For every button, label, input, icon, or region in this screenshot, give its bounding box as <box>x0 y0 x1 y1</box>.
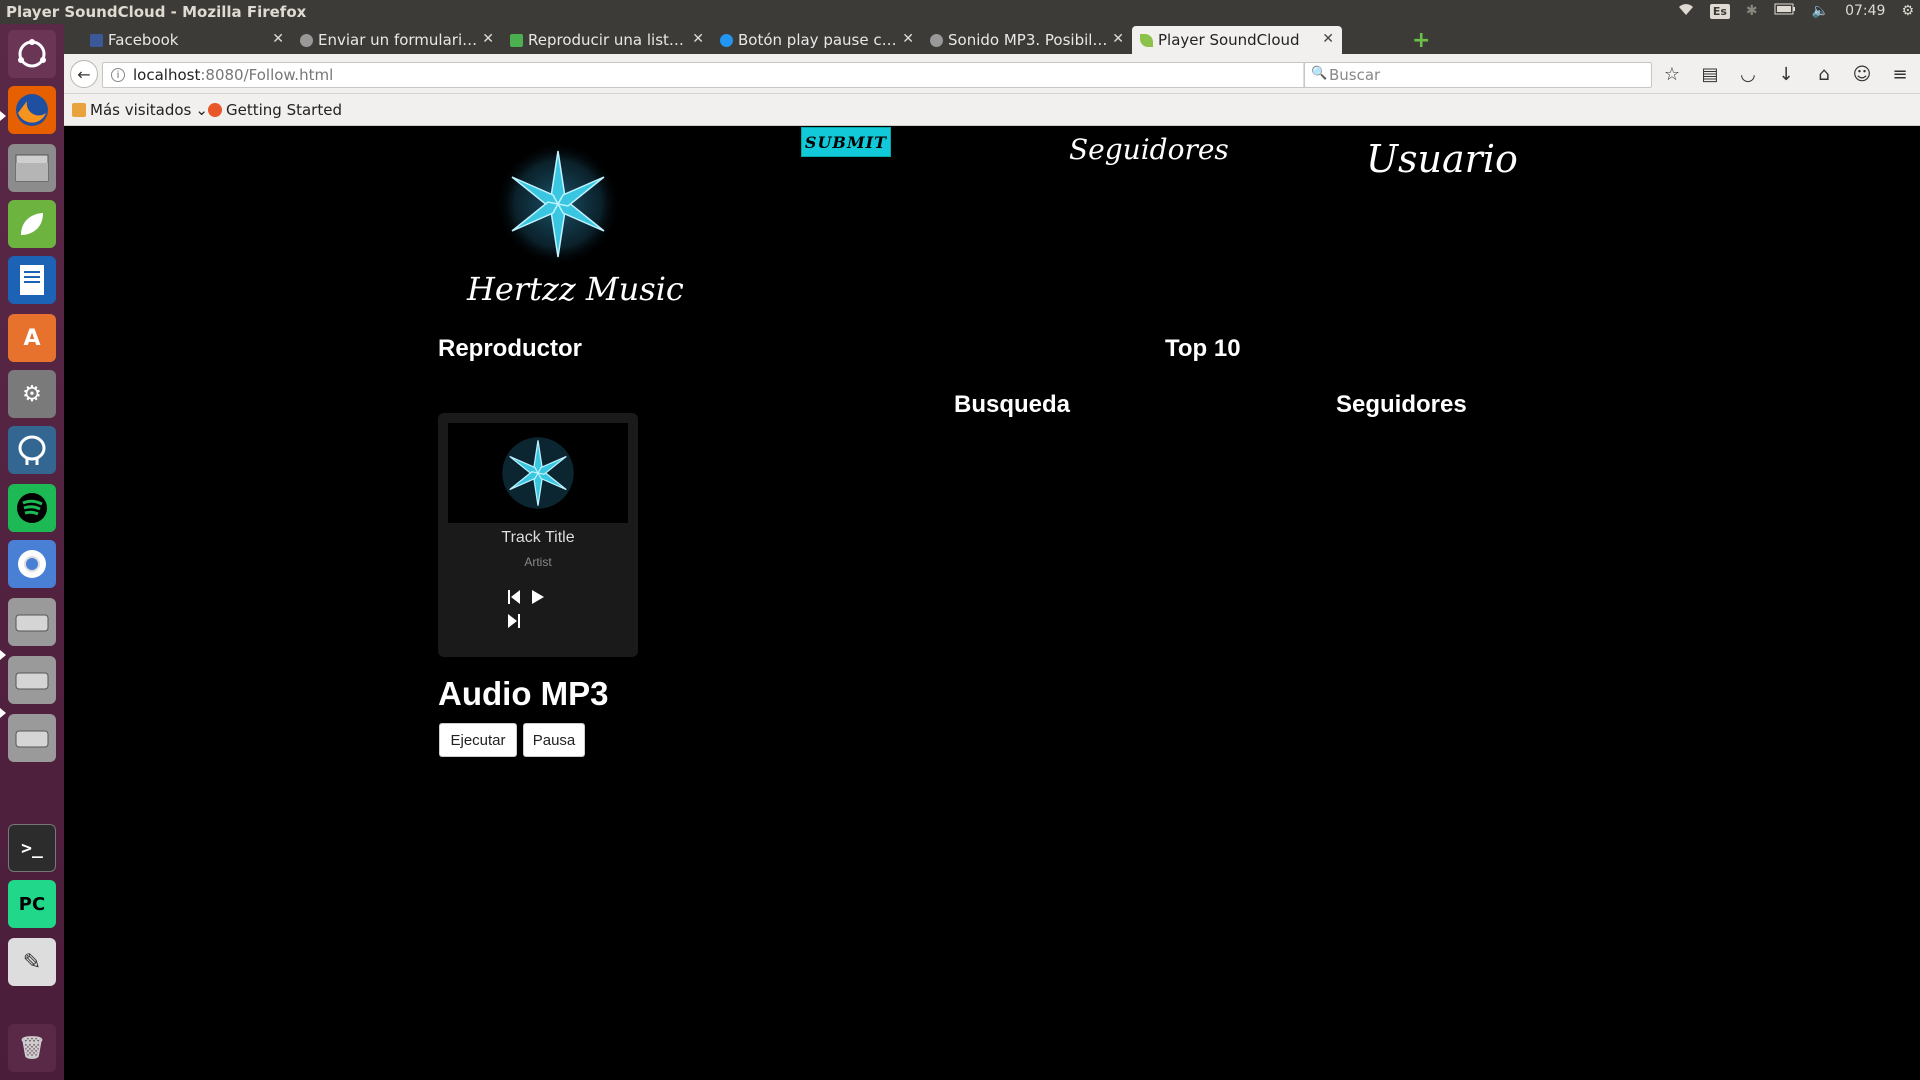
software-center-icon[interactable]: A <box>8 314 56 362</box>
search-icon: 🔍 <box>1311 66 1328 81</box>
drive-indicator-2 <box>0 708 6 718</box>
text-editor-icon[interactable]: ✎ <box>8 938 56 986</box>
bookmark-star-icon[interactable]: ☆ <box>1662 64 1682 85</box>
terminal-icon[interactable]: >_ <box>8 824 56 872</box>
tab-boton-play-pause[interactable]: Botón play pause c… ✕ <box>712 26 922 54</box>
firefox-icon[interactable] <box>8 86 56 134</box>
settings-gear-icon[interactable]: ⚙ <box>1901 3 1914 19</box>
heading-reproductor: Reproductor <box>438 335 582 362</box>
globe-icon <box>300 34 313 47</box>
keyboard-language-indicator[interactable]: Es <box>1709 3 1730 19</box>
nav-link-usuario[interactable]: Usuario <box>1366 137 1518 181</box>
back-arrow-icon[interactable]: ← <box>70 60 98 88</box>
navigation-toolbar: ← i localhost:8080/Follow.html ↻ 🔍 Busca… <box>64 54 1920 94</box>
heading-seguidores: Seguidores <box>1336 391 1467 418</box>
bluetooth-icon[interactable]: ✱ <box>1746 3 1758 19</box>
chevron-down-icon: ⌄ <box>195 101 208 119</box>
drive-icon-2[interactable] <box>8 656 56 704</box>
previous-track-icon[interactable] <box>506 589 522 605</box>
download-icon[interactable]: ↓ <box>1776 64 1796 85</box>
tab-player-soundcloud[interactable]: Player SoundCloud ✕ <box>1132 26 1342 54</box>
clock[interactable]: 07:49 <box>1845 3 1885 19</box>
info-icon[interactable]: i <box>111 68 125 82</box>
album-star-icon <box>502 437 574 509</box>
spotify-icon[interactable] <box>8 484 56 532</box>
url-path: :8080/Follow.html <box>200 66 334 84</box>
pgadmin-elephant-icon[interactable] <box>8 426 56 474</box>
drive-icon-1[interactable] <box>8 598 56 646</box>
chat-icon[interactable]: ☺ <box>1852 64 1872 85</box>
window-title: Player SoundCloud - Mozilla Firefox <box>6 3 307 21</box>
battery-icon[interactable] <box>1774 3 1796 19</box>
bookmarks-toolbar: Más visitados ⌄ Getting Started <box>64 94 1920 126</box>
facebook-icon <box>90 34 103 47</box>
tab-close-icon[interactable]: ✕ <box>1112 31 1124 47</box>
reading-list-icon[interactable]: ▤ <box>1700 64 1720 85</box>
hexagram-star-logo-icon <box>496 142 620 266</box>
folder-icon <box>72 103 86 117</box>
spring-tool-icon[interactable] <box>8 200 56 248</box>
system-indicators: Es ✱ 🔈 07:49 ⚙ <box>1678 2 1914 20</box>
system-settings-icon[interactable]: ⚙ <box>8 370 56 418</box>
search-input[interactable]: 🔍 Buscar <box>1304 62 1652 88</box>
pocket-icon[interactable]: ◡ <box>1738 64 1758 85</box>
active-app-indicator <box>0 111 6 121</box>
track-title: Track Title <box>501 529 575 546</box>
next-track-icon[interactable] <box>506 613 522 629</box>
play-icon[interactable] <box>530 589 546 605</box>
site-icon <box>720 34 733 47</box>
tab-reproducir-lista[interactable]: Reproducir una list… ✕ <box>502 26 712 54</box>
tab-close-icon[interactable]: ✕ <box>1322 31 1334 47</box>
album-art <box>448 423 628 523</box>
leaf-icon <box>1140 34 1153 47</box>
trash-icon[interactable]: 🗑 <box>8 1024 56 1072</box>
globe-icon <box>930 34 943 47</box>
heading-busqueda: Busqueda <box>954 391 1071 418</box>
files-icon[interactable] <box>8 144 56 192</box>
browser-tab-bar: Facebook ✕ Enviar un formulari… ✕ Reprod… <box>64 24 1920 54</box>
tab-close-icon[interactable]: ✕ <box>692 31 704 47</box>
tab-enviar-formulario[interactable]: Enviar un formulari… ✕ <box>292 26 502 54</box>
menu-hamburger-icon[interactable]: ≡ <box>1890 64 1910 85</box>
home-icon[interactable]: ⌂ <box>1814 64 1834 85</box>
drive-indicator-1 <box>0 650 6 660</box>
wifi-icon[interactable] <box>1678 2 1694 20</box>
search-placeholder: Buscar <box>1329 66 1381 84</box>
tab-sonido-mp3[interactable]: Sonido MP3. Posibil… ✕ <box>922 26 1132 54</box>
volume-icon[interactable]: 🔈 <box>1812 3 1829 19</box>
brand-name: Hertzz Music <box>467 270 684 308</box>
heading-top10: Top 10 <box>1165 335 1241 362</box>
firefox-small-icon <box>208 103 222 117</box>
tab-close-icon[interactable]: ✕ <box>272 31 284 47</box>
chromium-icon[interactable] <box>8 540 56 588</box>
new-tab-plus-icon[interactable]: + <box>1412 28 1430 53</box>
music-player-card: Track Title Artist <box>438 413 638 657</box>
nav-link-seguidores[interactable]: Seguidores <box>1069 133 1229 166</box>
unity-launcher: A ⚙ >_ PC ✎ 🗑 <box>0 24 64 1080</box>
bookmark-mas-visitados[interactable]: Más visitados ⌄ <box>72 101 208 119</box>
heading-audio-mp3: Audio MP3 <box>438 675 609 712</box>
tab-facebook[interactable]: Facebook ✕ <box>82 26 292 54</box>
play-mp3-button[interactable]: Ejecutar <box>439 723 517 757</box>
site-icon <box>510 34 523 47</box>
tab-close-icon[interactable]: ✕ <box>482 31 494 47</box>
pycharm-icon[interactable]: PC <box>8 880 56 928</box>
os-top-panel: Player SoundCloud - Mozilla Firefox Es ✱… <box>0 0 1920 24</box>
pause-mp3-button[interactable]: Pausa <box>523 723 585 757</box>
url-host: localhost <box>133 66 201 84</box>
track-artist: Artist <box>524 555 552 569</box>
url-bar[interactable]: i localhost:8080/Follow.html ↻ <box>102 62 1336 88</box>
page-content: SUBMIT Seguidores Usuario Hertzz Music R… <box>64 127 1920 1080</box>
tab-close-icon[interactable]: ✕ <box>902 31 914 47</box>
ubuntu-dash-icon[interactable] <box>8 30 56 78</box>
toolbar-icons: ☆ ▤ ◡ ↓ ⌂ ☺ ≡ <box>1662 64 1910 85</box>
submit-button[interactable]: SUBMIT <box>801 127 891 157</box>
drive-icon-3[interactable] <box>8 714 56 762</box>
bookmark-getting-started[interactable]: Getting Started <box>208 101 342 119</box>
writer-icon[interactable] <box>8 256 56 304</box>
